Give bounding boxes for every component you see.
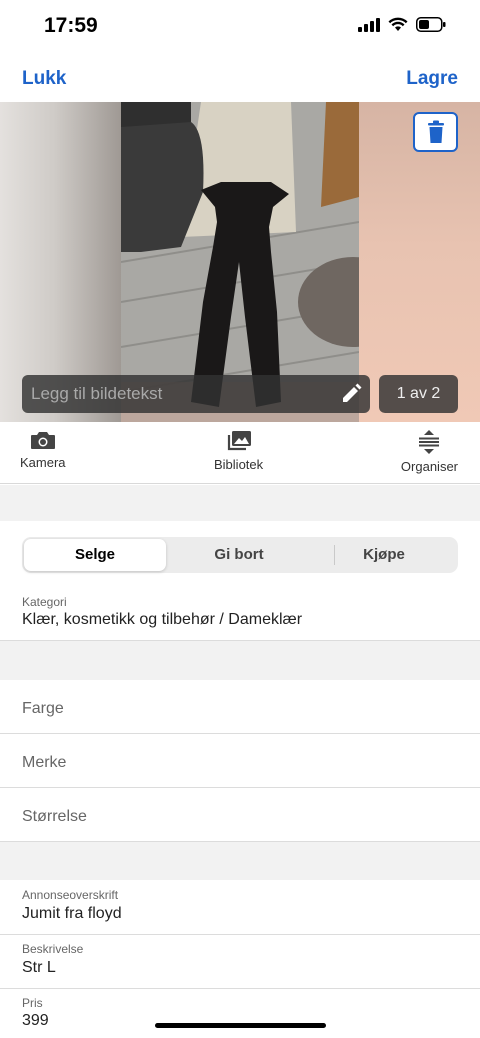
description-label: Beskrivelse [22,942,84,956]
close-button[interactable]: Lukk [22,68,66,90]
ad-type-segmented-control: Selge Gi bort Kjøpe [22,537,458,573]
product-photo-image [121,102,359,422]
product-photo [121,102,359,422]
segment-buy[interactable]: Kjøpe [312,539,456,571]
status-icons [358,17,446,32]
reorder-icon [419,430,440,454]
trash-icon [427,120,444,143]
library-label: Bibliotek [214,457,264,472]
divider [0,733,480,734]
battery-icon [416,17,446,32]
caption-input[interactable]: Legg til bildetekst [31,375,162,413]
status-bar: 17:59 [0,0,480,56]
section-separator [0,641,480,680]
delete-photo-button[interactable] [413,112,458,152]
caption-field[interactable]: Legg til bildetekst [22,375,370,413]
price-label: Pris [22,996,43,1010]
segment-give-away[interactable]: Gi bort [166,539,312,571]
category-label: Kategori [22,595,67,609]
color-field[interactable]: Farge [22,700,64,718]
organize-label: Organiser [400,459,458,474]
title-value[interactable]: Jumit fra floyd [22,905,122,923]
photo-page-counter: 1 av 2 [379,375,458,413]
section-separator [0,842,480,880]
brand-field[interactable]: Merke [22,754,66,772]
camera-icon [30,432,55,449]
price-value[interactable]: 399 [22,1012,49,1030]
category-value: Klær, kosmetikk og tilbehør / Dameklær [22,611,303,628]
description-value[interactable]: Str L [22,959,56,977]
pencil-icon[interactable] [340,383,362,405]
camera-label: Kamera [20,455,66,470]
nav-bar: Lukk Lagre [0,56,480,102]
media-toolbar: Kamera Bibliotek Organiser [0,422,480,484]
wifi-icon [388,17,408,31]
title-label: Annonseoverskrift [22,888,119,902]
photo-carousel[interactable]: Legg til bildetekst 1 av 2 [0,102,480,422]
photo-blur-left [0,102,121,422]
library-button[interactable]: Bibliotek [214,430,263,472]
divider [0,934,480,935]
photo-library-icon [227,431,251,451]
home-indicator[interactable] [155,1023,326,1028]
save-button[interactable]: Lagre [406,68,458,90]
section-separator [0,485,480,521]
divider [0,988,480,989]
organize-button[interactable]: Organiser [401,430,458,474]
cellular-signal-icon [358,17,380,32]
segment-sell[interactable]: Selge [24,539,166,571]
divider [0,787,480,788]
status-time: 17:59 [44,14,98,37]
camera-button[interactable]: Kamera [20,430,66,470]
size-field[interactable]: Størrelse [22,808,87,826]
